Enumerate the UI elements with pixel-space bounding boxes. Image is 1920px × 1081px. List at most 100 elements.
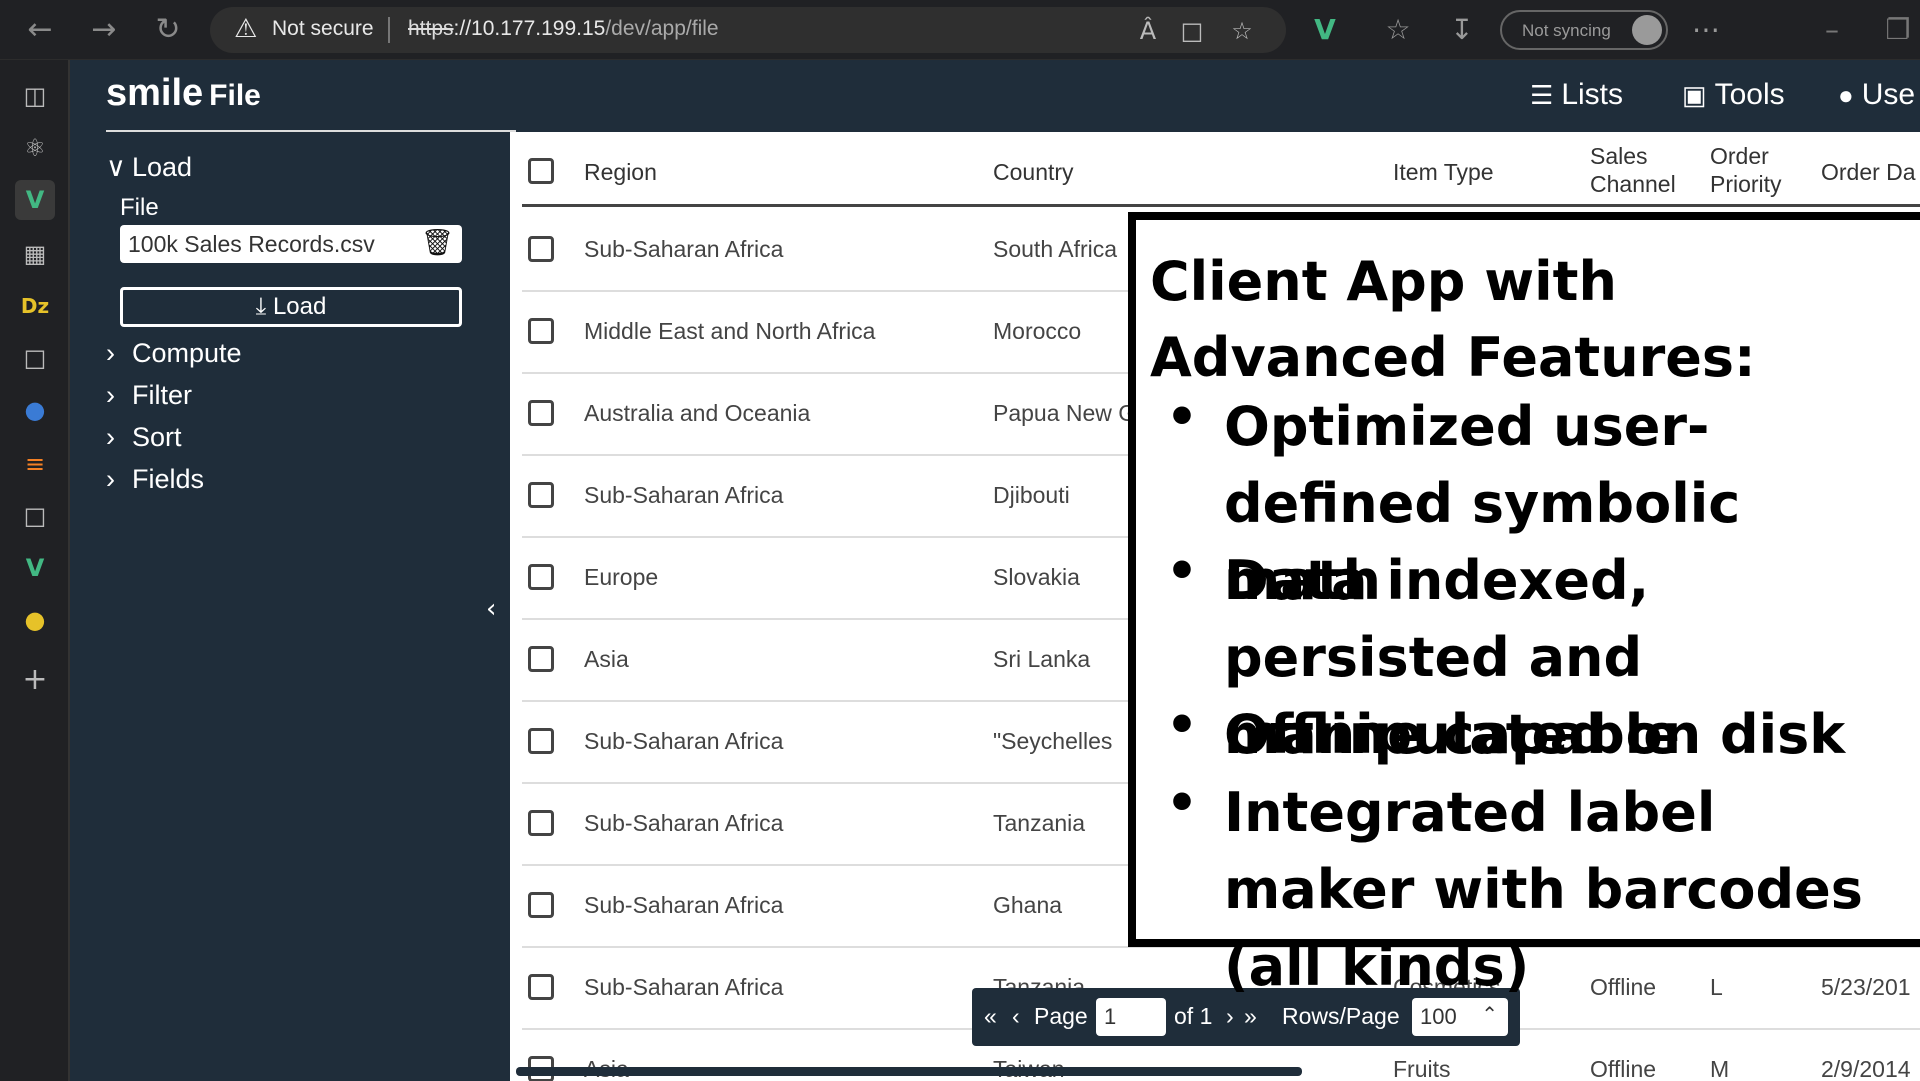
sort-label: Sort [132,422,182,452]
horizontal-scrollbar[interactable] [516,1067,1302,1076]
lists-menu[interactable]: ☰ Lists [1530,78,1623,112]
trash-icon[interactable]: 🗑 [421,228,454,258]
sync-button[interactable]: Not syncing [1500,10,1668,50]
table-cell-country: Papua New G [993,400,1137,426]
load-section-toggle[interactable]: ∨ Load [106,152,192,183]
restore-icon[interactable]: ❐ [1880,12,1916,48]
vue-app-icon[interactable]: V [15,180,55,220]
compute-section-toggle[interactable]: › Compute [106,338,242,369]
tabs-icon[interactable]: ◫ [15,76,55,116]
tools-menu[interactable]: ▣ Tools [1682,78,1785,112]
add-favorite-icon[interactable]: ☆ [1226,15,1258,47]
prev-page-icon[interactable]: ‹ [1012,1003,1020,1030]
document-icon-2[interactable]: □ [15,496,55,536]
row-checkbox[interactable] [528,646,554,672]
page-title: File [209,79,261,112]
row-checkbox[interactable] [528,728,554,754]
brand[interactable]: smile File [106,72,261,115]
browser-toolbar: ← → ↻ ⚠ Not secure https://10.177.199.15… [0,0,1920,60]
table-cell-item-type: Fruits [1393,1056,1451,1081]
bullet-icon: • [1166,388,1198,446]
callout-bullet: Integrated label maker with barcodes (al… [1224,781,1863,998]
bullet-icon: • [1166,542,1198,600]
address-bar[interactable]: ⚠ Not secure https://10.177.199.15/dev/a… [210,7,1286,53]
url-text[interactable]: https://10.177.199.15/dev/app/file [408,17,719,41]
stack-app-icon[interactable]: ≡ [15,444,55,484]
vue-extension-icon[interactable]: V [1307,12,1343,48]
load-button-label: Load [272,293,327,320]
filter-section-toggle[interactable]: › Filter [106,380,192,411]
edge-app-icon[interactable]: ● [15,390,55,430]
rows-per-page-label: Rows/Page [1282,1003,1400,1029]
callout-title: Client App with Advanced Features: [1150,250,1756,389]
row-checkbox[interactable] [528,564,554,590]
file-field[interactable]: 100k Sales Records.csv 🗑 [120,225,462,263]
next-page-icon[interactable]: › [1226,1003,1234,1030]
ai-icon[interactable]: ⚛ [15,128,55,168]
fields-section-toggle[interactable]: › Fields [106,464,204,495]
table-cell-country: Ghana [993,892,1063,918]
forward-icon[interactable]: → [84,10,124,50]
table-cell-region: Europe [584,564,659,590]
table-cell-country: Morocco [993,318,1082,344]
row-checkbox[interactable] [528,236,554,262]
header-order-priority[interactable]: Order Priority [1710,142,1782,198]
download-icon: ⤓ [255,293,267,320]
dz-app-icon[interactable]: Dz [15,286,55,326]
add-icon[interactable]: + [15,660,55,700]
row-checkbox[interactable] [528,810,554,836]
file-name: 100k Sales Records.csv [128,231,375,257]
table-cell-region: Sub-Saharan Africa [584,482,784,508]
user-menu[interactable]: ● Use [1838,78,1915,112]
calendar-icon[interactable]: ▦ [15,234,55,274]
row-checkbox[interactable] [528,318,554,344]
load-button[interactable]: ⤓ Load [120,287,462,327]
table-cell-country: Djibouti [993,482,1070,508]
chevron-right-icon: › [106,422,115,452]
header-sales-channel-line1: Sales [1590,143,1648,169]
header-order-priority-line1: Order [1710,143,1769,169]
of-pages-label: of 1 [1174,1003,1213,1029]
more-icon[interactable]: ⋯ [1688,12,1724,48]
read-aloud-icon[interactable]: Â [1132,15,1164,47]
pineapple-icon[interactable]: ● [15,600,55,640]
header-sales-channel[interactable]: Sales Channel [1590,142,1676,198]
select-all-checkbox[interactable] [528,158,554,184]
vue-app-icon-2[interactable]: V [15,548,55,588]
warning-icon: ⚠ [234,14,258,44]
row-checkbox[interactable] [528,974,554,1000]
downloads-icon[interactable]: ↧ [1444,12,1480,48]
feature-callout: Client App with Advanced Features: • Opt… [1128,212,1920,998]
bullet-icon: • [1166,696,1198,754]
refresh-icon[interactable]: ↻ [148,10,188,50]
list-icon: ☰ [1530,80,1554,110]
document-icon[interactable]: □ [15,338,55,378]
first-page-icon[interactable]: « [984,1003,997,1030]
sort-section-toggle[interactable]: › Sort [106,422,182,453]
header-sales-channel-line2: Channel [1590,171,1676,197]
user-label: Use [1861,78,1916,111]
row-checkbox[interactable] [528,400,554,426]
header-region[interactable]: Region [584,158,657,186]
page-icon[interactable]: □ [1176,15,1208,47]
header-item-type[interactable]: Item Type [1393,158,1494,186]
collapse-panel-icon[interactable]: ‹ [486,594,496,624]
page-input[interactable]: 1 [1096,998,1166,1036]
sync-label: Not syncing [1522,21,1611,40]
back-icon[interactable]: ← [20,10,60,50]
security-label[interactable]: Not secure [272,17,374,41]
table-cell-country: Slovakia [993,564,1080,590]
rows-per-page-value: 100 [1420,1004,1457,1029]
minimize-icon[interactable]: – [1814,12,1850,48]
favorites-icon[interactable]: ☆ [1380,12,1416,48]
chevron-right-icon: › [106,380,115,410]
last-page-icon[interactable]: » [1244,1003,1257,1030]
lists-label: Lists [1561,78,1623,111]
profile-avatar [1632,15,1662,45]
row-checkbox[interactable] [528,482,554,508]
row-checkbox[interactable] [528,892,554,918]
header-order-date[interactable]: Order Da [1821,158,1916,186]
table-cell-order-date: 2/9/2014 [1821,1056,1911,1081]
address-separator [388,17,390,43]
header-country[interactable]: Country [993,158,1074,186]
